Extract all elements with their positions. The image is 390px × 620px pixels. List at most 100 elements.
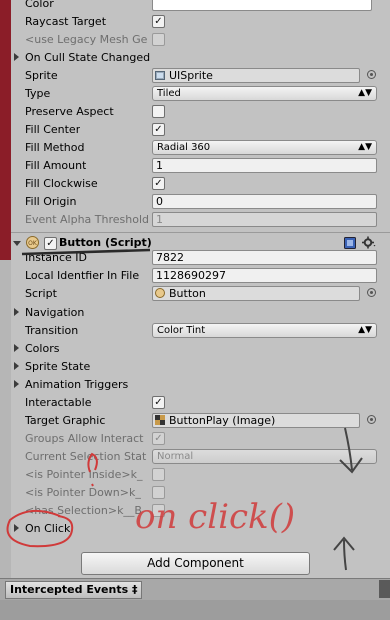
sprite-field[interactable]: UISprite bbox=[152, 68, 360, 83]
raycast-label: Raycast Target bbox=[25, 15, 107, 28]
interactable-label: Interactable bbox=[25, 396, 92, 409]
transition-value: Color Tint bbox=[157, 325, 206, 336]
animation-triggers-label: Animation Triggers bbox=[25, 378, 129, 391]
object-picker-icon[interactable] bbox=[367, 415, 376, 424]
script-field[interactable]: Button bbox=[152, 286, 360, 301]
script-row: Script Button bbox=[11, 285, 390, 303]
instance-id-field[interactable]: 7822 bbox=[152, 250, 377, 265]
chevron-right-icon[interactable] bbox=[14, 344, 19, 352]
fill-amount-row: Fill Amount 1 bbox=[11, 157, 390, 175]
target-graphic-value: ButtonPlay (Image) bbox=[169, 414, 276, 427]
object-picker-icon[interactable] bbox=[367, 288, 376, 297]
chevron-right-icon[interactable] bbox=[14, 53, 19, 61]
fill-clockwise-checkbox[interactable]: ✓ bbox=[152, 177, 165, 190]
colors-label: Colors bbox=[25, 342, 60, 355]
type-value: Tiled bbox=[157, 88, 181, 99]
color-row: Color bbox=[11, 0, 390, 13]
on-cull-row[interactable]: On Cull State Changed bbox=[11, 49, 390, 67]
object-picker-icon[interactable] bbox=[367, 70, 376, 79]
preserve-label: Preserve Aspect bbox=[25, 105, 114, 118]
on-cull-label: On Cull State Changed bbox=[25, 51, 151, 64]
groups-row: Groups Allow Interact ✓ bbox=[11, 430, 390, 448]
fill-origin-field[interactable]: 0 bbox=[152, 194, 377, 209]
fill-clockwise-label: Fill Clockwise bbox=[25, 177, 98, 190]
pointer-inside-row: <is Pointer Inside>k_ bbox=[11, 466, 390, 484]
local-id-label: Local Identfier In File bbox=[25, 269, 140, 282]
legacy-row: <use Legacy Mesh Ge bbox=[11, 31, 390, 49]
alpha-row: Event Alpha Threshold 1 bbox=[11, 211, 390, 229]
dropdown-arrows-icon: ▲▼ bbox=[358, 88, 372, 98]
fill-center-row: Fill Center ✓ bbox=[11, 121, 390, 139]
fill-amount-field[interactable]: 1 bbox=[152, 158, 377, 173]
alpha-label: Event Alpha Threshold bbox=[25, 213, 149, 226]
gear-icon[interactable] bbox=[362, 236, 376, 249]
target-graphic-field[interactable]: ButtonPlay (Image) bbox=[152, 413, 360, 428]
preserve-row: Preserve Aspect bbox=[11, 103, 390, 121]
bottom-empty-area bbox=[0, 600, 390, 620]
transition-label: Transition bbox=[25, 324, 79, 337]
help-book-icon[interactable] bbox=[344, 237, 356, 249]
chevron-right-icon[interactable] bbox=[14, 380, 19, 388]
sprite-state-label: Sprite State bbox=[25, 360, 91, 373]
dropdown-arrows-icon: ▲▼ bbox=[358, 142, 372, 152]
type-row: Type Tiled ▲▼ bbox=[11, 85, 390, 103]
chevron-right-icon[interactable] bbox=[14, 524, 19, 532]
sprite-value: UISprite bbox=[169, 69, 213, 82]
fill-method-row: Fill Method Radial 360 ▲▼ bbox=[11, 139, 390, 157]
chevron-right-icon[interactable] bbox=[14, 362, 19, 370]
component-title: Button (Script) bbox=[59, 236, 152, 249]
selection-value: Normal bbox=[157, 451, 194, 462]
type-dropdown[interactable]: Tiled ▲▼ bbox=[152, 86, 377, 101]
groups-checkbox[interactable]: ✓ bbox=[152, 432, 165, 445]
pointer-inside-checkbox[interactable] bbox=[152, 468, 165, 481]
fill-clockwise-row: Fill Clockwise ✓ bbox=[11, 175, 390, 193]
colors-row[interactable]: Colors bbox=[11, 340, 390, 358]
on-click-label: On Click bbox=[25, 522, 71, 535]
raycast-checkbox[interactable]: ✓ bbox=[152, 15, 165, 28]
svg-text:OK: OK bbox=[28, 240, 38, 247]
interactable-checkbox[interactable]: ✓ bbox=[152, 396, 165, 409]
dropdown-arrows-icon: ▲▼ bbox=[358, 325, 372, 335]
instance-id-label: Instance ID bbox=[25, 251, 87, 264]
preserve-checkbox[interactable] bbox=[152, 105, 165, 118]
fill-center-checkbox[interactable]: ✓ bbox=[152, 123, 165, 136]
color-label: Color bbox=[25, 0, 54, 10]
fill-origin-label: Fill Origin bbox=[25, 195, 77, 208]
chevron-right-icon[interactable] bbox=[14, 308, 19, 316]
sprite-asset-icon bbox=[155, 71, 165, 80]
on-click-row[interactable]: On Click bbox=[11, 520, 390, 538]
bottom-scroll-corner bbox=[379, 580, 390, 598]
local-id-field[interactable]: 1128690297 bbox=[152, 268, 377, 283]
transition-dropdown[interactable]: Color Tint ▲▼ bbox=[152, 323, 377, 338]
raycast-row: Raycast Target ✓ bbox=[11, 13, 390, 31]
fill-method-dropdown[interactable]: Radial 360 ▲▼ bbox=[152, 140, 377, 155]
selection-dropdown[interactable]: Normal bbox=[152, 449, 377, 464]
has-selection-checkbox[interactable] bbox=[152, 504, 165, 517]
fill-amount-label: Fill Amount bbox=[25, 159, 87, 172]
sprite-row: Sprite UISprite bbox=[11, 67, 390, 85]
script-label: Script bbox=[25, 287, 57, 300]
color-field[interactable] bbox=[152, 0, 372, 11]
intercepted-events-tab[interactable]: Intercepted Events ‡ bbox=[5, 581, 143, 599]
chevron-down-icon[interactable] bbox=[13, 241, 21, 246]
pointer-down-checkbox[interactable] bbox=[152, 486, 165, 499]
animation-triggers-row[interactable]: Animation Triggers bbox=[11, 376, 390, 394]
navigation-label: Navigation bbox=[25, 306, 85, 319]
sprite-label: Sprite bbox=[25, 69, 58, 82]
script-component-icon: OK bbox=[26, 236, 39, 249]
target-graphic-label: Target Graphic bbox=[25, 414, 106, 427]
local-id-row: Local Identfier In File 1128690297 bbox=[11, 267, 390, 285]
alpha-field[interactable]: 1 bbox=[152, 212, 377, 227]
type-label: Type bbox=[25, 87, 51, 100]
script-asset-icon bbox=[155, 288, 165, 298]
target-graphic-row: Target Graphic ButtonPlay (Image) bbox=[11, 412, 390, 430]
has-selection-label: <has Selection>k__B bbox=[25, 504, 142, 517]
scene-background-strip-lower bbox=[0, 260, 11, 578]
legacy-label: <use Legacy Mesh Ge bbox=[25, 33, 148, 46]
navigation-row[interactable]: Navigation bbox=[11, 304, 390, 322]
legacy-checkbox[interactable] bbox=[152, 33, 165, 46]
sprite-state-row[interactable]: Sprite State bbox=[11, 358, 390, 376]
add-component-button[interactable]: Add Component bbox=[81, 552, 310, 575]
fill-center-label: Fill Center bbox=[25, 123, 81, 136]
inspector-panel: Color Raycast Target ✓ <use Legacy Mesh … bbox=[11, 0, 390, 578]
